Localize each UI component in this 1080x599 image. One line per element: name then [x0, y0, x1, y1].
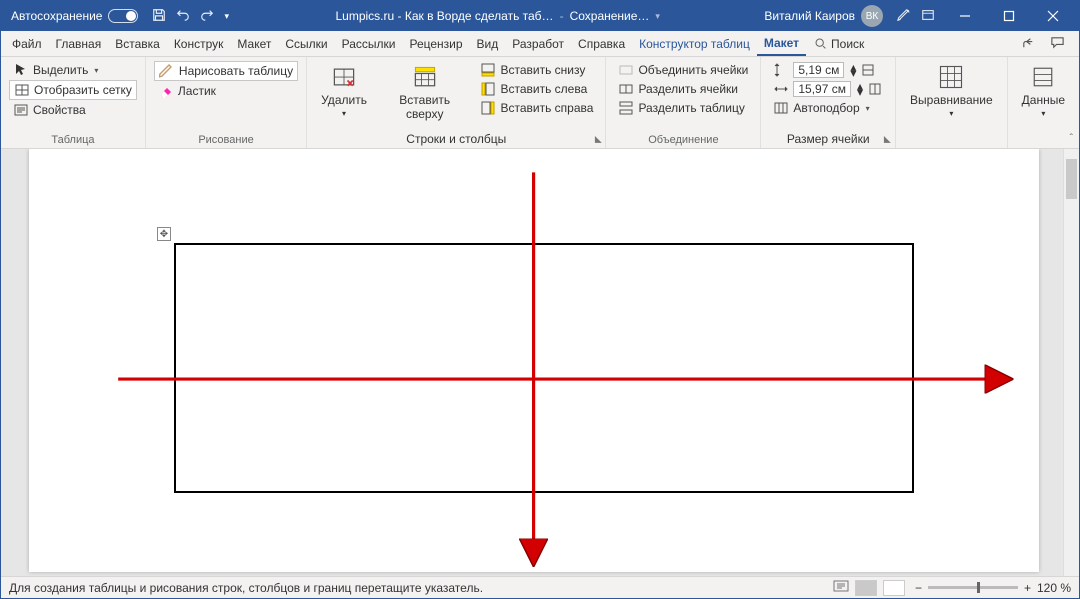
search-box[interactable]: Поиск — [806, 31, 872, 56]
toggle-icon — [108, 9, 138, 23]
tab-table-layout[interactable]: Макет — [757, 31, 806, 56]
group-table-label: Таблица — [9, 132, 137, 146]
zoom-in-icon[interactable]: + — [1024, 581, 1031, 595]
row-height-input[interactable]: 5,19 см▴▾ — [769, 61, 887, 79]
user-area[interactable]: Виталий Каиров ВК — [758, 5, 889, 27]
split-table-button[interactable]: Разделить таблицу — [614, 99, 752, 117]
tab-design[interactable]: Конструк — [167, 31, 231, 56]
window-title: Lumpics.ru - Как в Ворде сделать таб… - … — [237, 9, 758, 23]
tab-developer[interactable]: Разработ — [505, 31, 571, 56]
page[interactable]: ✥ — [29, 149, 1039, 572]
tab-file[interactable]: Файл — [5, 31, 49, 56]
eraser-button[interactable]: Ластик — [154, 82, 298, 100]
group-cellsize-label: Размер ячейки◢ — [769, 130, 887, 146]
vertical-scrollbar[interactable] — [1063, 149, 1079, 576]
zoom-level[interactable]: 120 % — [1037, 581, 1071, 595]
autosave-label: Автосохранение — [11, 9, 102, 23]
save-status: Сохранение… — [570, 9, 650, 23]
ribbon-display-icon[interactable] — [921, 8, 935, 25]
group-cell-size: 5,19 см▴▾ 15,97 см▴▾ Автоподбор▾ Размер … — [761, 57, 896, 148]
save-icon[interactable] — [152, 8, 166, 25]
tab-layout[interactable]: Макет — [230, 31, 278, 56]
select-button[interactable]: Выделить▾ — [9, 61, 137, 79]
quick-note-icon[interactable] — [897, 8, 911, 25]
table[interactable] — [174, 243, 914, 493]
print-layout-view-icon[interactable] — [855, 580, 877, 596]
group-draw-label: Рисование — [154, 132, 298, 146]
search-icon — [814, 37, 827, 50]
insert-below-button[interactable]: Вставить снизу — [476, 61, 597, 79]
tab-review[interactable]: Рецензир — [402, 31, 469, 56]
word-window: Автосохранение ▾ Lumpics.ru - Как в Ворд… — [0, 0, 1080, 599]
insert-above-button[interactable]: Вставить сверху — [377, 61, 473, 123]
delete-button[interactable]: Удалить▾ — [315, 61, 373, 120]
draw-table-button[interactable]: Нарисовать таблицу — [154, 61, 298, 81]
status-hint: Для создания таблицы и рисования строк, … — [9, 581, 483, 595]
split-cells-button[interactable]: Разделить ячейки — [614, 80, 752, 98]
user-name: Виталий Каиров — [764, 9, 855, 23]
tab-help[interactable]: Справка — [571, 31, 632, 56]
document-area: ✥ — [1, 149, 1079, 576]
undo-icon[interactable] — [176, 8, 190, 25]
share-icon[interactable] — [1021, 35, 1036, 53]
title-bar: Автосохранение ▾ Lumpics.ru - Как в Ворд… — [1, 1, 1079, 31]
search-label: Поиск — [831, 37, 864, 51]
group-data: Данные▾ — [1008, 57, 1079, 148]
group-rows-cols: Удалить▾ Вставить сверху Вставить снизу … — [307, 57, 606, 148]
ribbon-tabs: Файл Главная Вставка Конструк Макет Ссыл… — [1, 31, 1079, 57]
merge-cells-button: Объединить ячейки — [614, 61, 752, 79]
insert-right-button[interactable]: Вставить справа — [476, 99, 597, 117]
distribute-cols-icon[interactable] — [867, 81, 883, 97]
col-width-input[interactable]: 15,97 см▴▾ — [769, 80, 887, 98]
autosave-toggle[interactable]: Автосохранение — [5, 9, 144, 23]
group-table: Выделить▾ Отобразить сетку Свойства Табл… — [1, 57, 146, 148]
alignment-button[interactable]: <>Выравнивание▾ — [904, 61, 999, 120]
tab-view[interactable]: Вид — [470, 31, 506, 56]
window-controls — [943, 1, 1075, 31]
tab-mailings[interactable]: Рассылки — [335, 31, 403, 56]
zoom-slider[interactable] — [928, 586, 1018, 589]
distribute-rows-icon[interactable] — [860, 62, 876, 78]
group-draw: Нарисовать таблицу Ластик Рисование — [146, 57, 307, 148]
dialog-launcher-icon[interactable]: ◢ — [592, 136, 603, 143]
view-gridlines-button[interactable]: Отобразить сетку — [9, 80, 137, 100]
dialog-launcher-icon[interactable]: ◢ — [882, 136, 893, 143]
zoom-control[interactable]: − + 120 % — [915, 581, 1071, 595]
autofit-button[interactable]: Автоподбор▾ — [769, 99, 887, 117]
redo-icon[interactable] — [200, 8, 214, 25]
document-name: Lumpics.ru - Как в Ворде сделать таб… — [335, 9, 553, 23]
group-merge: Объединить ячейки Разделить ячейки Разде… — [606, 57, 761, 148]
maximize-button[interactable] — [987, 1, 1031, 31]
qat-dropdown-icon[interactable]: ▾ — [224, 11, 229, 22]
focus-mode-icon[interactable] — [833, 579, 849, 596]
group-rowscols-label: Строки и столбцы◢ — [315, 130, 597, 146]
view-buttons — [833, 579, 905, 596]
collapse-ribbon-icon[interactable]: ˆ — [1070, 133, 1073, 144]
status-bar: Для создания таблицы и рисования строк, … — [1, 576, 1079, 598]
zoom-out-icon[interactable]: − — [915, 581, 922, 595]
tab-home[interactable]: Главная — [49, 31, 109, 56]
comments-icon[interactable] — [1050, 35, 1065, 53]
close-button[interactable] — [1031, 1, 1075, 31]
tab-table-design[interactable]: Конструктор таблиц — [632, 31, 757, 56]
minimize-button[interactable] — [943, 1, 987, 31]
quick-access-toolbar: ▾ — [144, 8, 237, 25]
tab-insert[interactable]: Вставка — [108, 31, 167, 56]
group-merge-label: Объединение — [614, 132, 752, 146]
ribbon: Выделить▾ Отобразить сетку Свойства Табл… — [1, 57, 1079, 149]
group-alignment: <>Выравнивание▾ — [896, 57, 1008, 148]
avatar: ВК — [861, 5, 883, 27]
tab-references[interactable]: Ссылки — [278, 31, 334, 56]
scrollbar-thumb[interactable] — [1066, 159, 1077, 199]
properties-button[interactable]: Свойства — [9, 101, 137, 119]
table-move-handle-icon[interactable]: ✥ — [157, 227, 171, 241]
web-layout-view-icon[interactable] — [883, 580, 905, 596]
insert-left-button[interactable]: Вставить слева — [476, 80, 597, 98]
data-button[interactable]: Данные▾ — [1016, 61, 1071, 120]
